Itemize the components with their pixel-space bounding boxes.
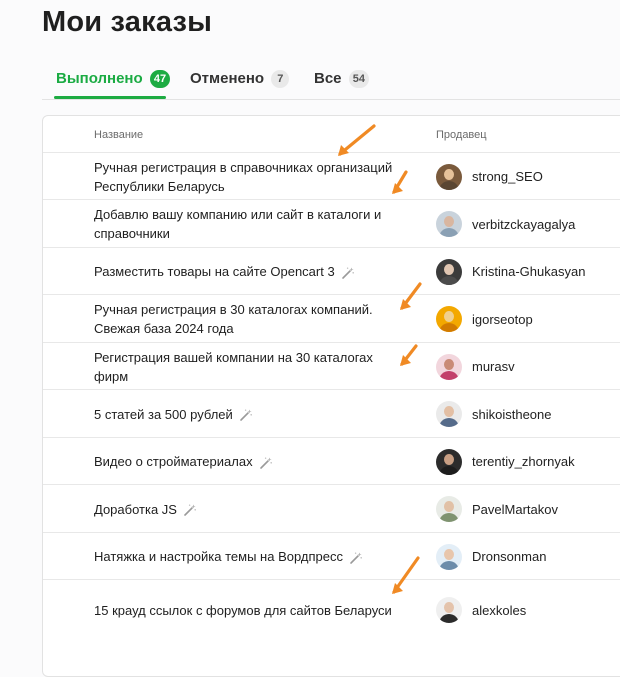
avatar[interactable] [436, 306, 462, 332]
seller-name[interactable]: alexkoles [472, 603, 526, 618]
table-row[interactable]: Разместить товары на сайте Opencart 3 Kri… [43, 247, 620, 295]
seller-name[interactable]: terentiy_zhornyak [472, 454, 575, 469]
order-title[interactable]: Видео о стройматериалах [94, 438, 394, 485]
tab-all[interactable]: Все 54 [314, 70, 369, 88]
magic-wand-icon [239, 408, 253, 422]
order-title[interactable]: 5 статей за 500 рублей [94, 390, 394, 438]
page-title: Мои заказы [42, 6, 213, 38]
seller-name[interactable]: shikoistheone [472, 407, 552, 422]
magic-wand-icon [259, 456, 273, 470]
seller-name[interactable]: verbitzckayagalya [472, 217, 575, 232]
magic-wand-icon [183, 503, 197, 517]
avatar[interactable] [436, 353, 462, 380]
avatar[interactable] [436, 597, 462, 623]
tab-cancelled-label: Отменено [190, 70, 265, 87]
order-title[interactable]: Регистрация вашей компании на 30 каталог… [94, 343, 394, 390]
seller-name[interactable]: Dronsonman [472, 549, 546, 564]
order-title-text: 15 крауд ссылок с форумов для сайтов Бел… [94, 602, 392, 618]
orders-table: Название Продавец Ручная регистрация в с… [42, 115, 620, 677]
avatar[interactable] [436, 496, 462, 522]
table-row[interactable]: Натяжка и настройка темы на Вордпресс Dro… [43, 532, 620, 580]
arrow-annotation-icon [400, 344, 418, 366]
seller-name[interactable]: strong_SEO [472, 169, 543, 184]
seller-name[interactable]: Kristina-Ghukasyan [472, 264, 585, 279]
seller-cell[interactable]: shikoistheone [436, 401, 552, 427]
seller-cell[interactable]: Dronsonman [436, 543, 546, 570]
seller-cell[interactable]: terentiy_zhornyak [436, 448, 575, 475]
tab-cancelled[interactable]: Отменено 7 [190, 70, 290, 88]
seller-cell[interactable]: verbitzckayagalya [436, 211, 575, 237]
order-title[interactable]: Доработка JS [94, 485, 394, 533]
avatar[interactable] [436, 163, 462, 190]
tab-all-count: 54 [348, 70, 369, 88]
avatar[interactable] [436, 448, 462, 475]
arrow-annotation-icon [338, 124, 376, 156]
table-row[interactable]: Регистрация вашей компании на 30 каталог… [43, 342, 620, 390]
column-header-name: Название [94, 129, 144, 141]
order-title-text: Видео о стройматериалах [94, 454, 253, 469]
magic-wand-icon [349, 551, 363, 565]
table-row[interactable]: Доработка JS PavelMartakov [43, 484, 620, 533]
order-title-text: Доработка JS [94, 501, 177, 517]
table-row[interactable]: Ручная регистрация в 30 каталогах компан… [43, 294, 620, 343]
order-title[interactable]: Натяжка и настройка темы на Вордпресс [94, 533, 394, 580]
tab-completed-count: 47 [149, 70, 171, 88]
arrow-annotation-icon [392, 556, 420, 594]
arrow-annotation-icon [400, 282, 422, 310]
order-title[interactable]: Ручная регистрация в справочниках органи… [94, 153, 394, 200]
seller-cell[interactable]: Kristina-Ghukasyan [436, 258, 585, 285]
avatar[interactable] [436, 401, 462, 427]
avatar[interactable] [436, 258, 462, 285]
tab-all-label: Все [314, 70, 342, 87]
table-row[interactable]: Видео о стройматериалах terentiy_zhornyak [43, 437, 620, 485]
table-row[interactable]: Добавлю вашу компанию или сайт в каталог… [43, 199, 620, 248]
order-title-text: Натяжка и настройка темы на Вордпресс [94, 549, 343, 564]
order-title[interactable]: Добавлю вашу компанию или сайт в каталог… [94, 200, 394, 248]
order-title[interactable]: 15 крауд ссылок с форумов для сайтов Бел… [94, 580, 394, 640]
order-status-tabs: Выполнено 47 Отменено 7 Все 54 [42, 64, 620, 100]
arrow-annotation-icon [392, 170, 408, 194]
seller-cell[interactable]: igorseotop [436, 306, 533, 332]
seller-name[interactable]: murasv [472, 359, 515, 374]
tab-completed-label: Выполнено [56, 70, 143, 87]
order-title-text: Ручная регистрация в 30 каталогах компан… [94, 302, 373, 336]
seller-cell[interactable]: PavelMartakov [436, 496, 558, 522]
seller-name[interactable]: igorseotop [472, 312, 533, 327]
seller-cell[interactable]: murasv [436, 353, 515, 380]
table-row[interactable]: 5 статей за 500 рублей shikoistheone [43, 389, 620, 438]
active-tab-indicator [54, 96, 166, 99]
avatar[interactable] [436, 543, 462, 570]
table-row[interactable]: Ручная регистрация в справочниках органи… [43, 152, 620, 200]
seller-name[interactable]: PavelMartakov [472, 502, 558, 517]
order-title[interactable]: Ручная регистрация в 30 каталогах компан… [94, 295, 394, 343]
tab-completed[interactable]: Выполнено 47 [56, 70, 171, 88]
order-title-text: Добавлю вашу компанию или сайт в каталог… [94, 207, 382, 241]
tab-cancelled-count: 7 [271, 70, 290, 88]
order-title-text: Ручная регистрация в справочниках органи… [94, 159, 393, 194]
tabs-divider [42, 99, 620, 100]
seller-cell[interactable]: alexkoles [436, 597, 526, 623]
magic-wand-icon [341, 266, 355, 280]
order-title-text: Регистрация вашей компании на 30 каталог… [94, 349, 373, 384]
table-row[interactable]: 15 крауд ссылок с форумов для сайтов Бел… [43, 579, 620, 640]
avatar[interactable] [436, 211, 462, 237]
column-header-seller: Продавец [436, 129, 487, 141]
order-title[interactable]: Разместить товары на сайте Opencart 3 [94, 248, 394, 295]
order-title-text: Разместить товары на сайте Opencart 3 [94, 264, 335, 279]
order-title-text: 5 статей за 500 рублей [94, 406, 233, 422]
seller-cell[interactable]: strong_SEO [436, 163, 543, 190]
